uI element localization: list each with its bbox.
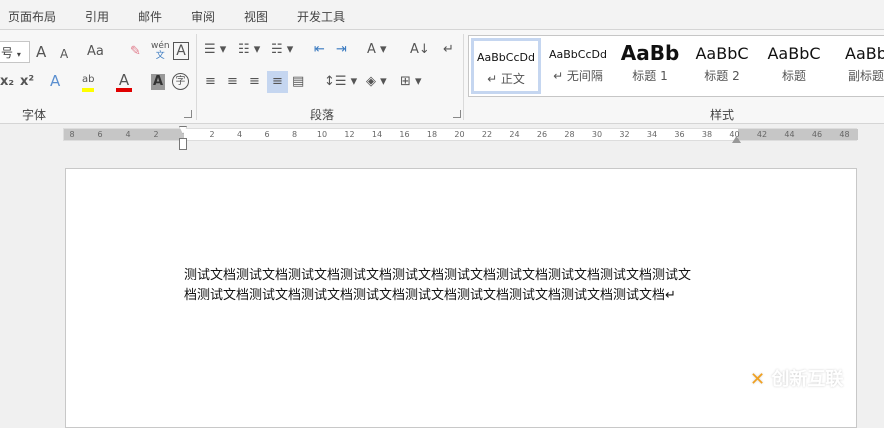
tab-mailings[interactable]: 邮件	[138, 8, 162, 25]
ruler-left-margin	[64, 129, 184, 140]
left-indent-marker[interactable]	[179, 138, 187, 150]
borders-icon[interactable]: ⊞ ▾	[400, 74, 422, 90]
ruler-number: 24	[509, 130, 520, 139]
ruler-number: 42	[756, 130, 768, 139]
ruler-number: 48	[839, 130, 850, 139]
text-effects-icon[interactable]: A	[50, 73, 60, 89]
grow-font-icon[interactable]: A	[36, 44, 46, 60]
ruler-number: 26	[536, 130, 548, 139]
ribbon: 号 ▾ A A Aa ✎ wén 文 A x₂ x² A ab A A 字 字体 …	[0, 30, 884, 124]
ruler-number: 28	[564, 130, 575, 139]
ruler-number: 4	[125, 130, 131, 139]
font-group-label: 字体	[22, 108, 47, 122]
ruler-number: 32	[619, 130, 630, 139]
superscript-icon[interactable]: x²	[20, 74, 34, 90]
decrease-indent-icon[interactable]: ⇤	[314, 42, 325, 58]
ribbon-tabs: 页面布局 引用 邮件 审阅 视图 开发工具	[0, 0, 884, 30]
styles-group-label: 样式	[710, 108, 735, 122]
style-no-spacing[interactable]: AaBbCcDd ↵ 无间隔	[543, 38, 613, 94]
ruler-number: 18	[426, 130, 438, 139]
ruler-number: 36	[674, 130, 685, 139]
tab-developer[interactable]: 开发工具	[297, 8, 345, 25]
ruler-number: 4	[236, 130, 243, 139]
document-page[interactable]: 测试文档测试文档测试文档测试文档测试文档测试文档测试文档测试文档测试文档测试文 …	[65, 168, 857, 428]
show-marks-icon[interactable]: ↵	[443, 42, 454, 58]
align-right-icon[interactable]: ≡	[249, 74, 260, 90]
ruler-number: 8	[69, 130, 75, 139]
tab-page-layout[interactable]: 页面布局	[8, 8, 56, 25]
sort-icon[interactable]: A↓	[410, 42, 430, 58]
styles-gallery: AaBbCcDd ↵ 正文 AaBbCcDd ↵ 无间隔 AaBb 标题 1 AaBb…	[468, 35, 884, 97]
justify-icon[interactable]: ≡	[267, 71, 288, 93]
ruler-number: 20	[454, 130, 465, 139]
phonetic-guide-icon[interactable]: wén 文	[151, 41, 170, 61]
font-dialog-launcher[interactable]	[184, 110, 192, 118]
align-center-icon[interactable]: ≡	[227, 74, 238, 90]
divider	[196, 34, 197, 120]
ruler-number: 34	[646, 130, 658, 139]
style-heading-1[interactable]: AaBb 标题 1	[615, 38, 685, 94]
ruler-number: 2	[209, 130, 215, 139]
clear-format-icon[interactable]: ✎	[130, 44, 141, 60]
document-body[interactable]: 测试文档测试文档测试文档测试文档测试文档测试文档测试文档测试文档测试文档测试文 …	[184, 266, 691, 306]
enclose-char-icon[interactable]: 字	[172, 73, 189, 90]
style-subtitle[interactable]: AaBb 副标题	[831, 38, 884, 94]
font-color-icon[interactable]: A	[116, 72, 132, 92]
style-heading-2[interactable]: AaBbC 标题 2	[687, 38, 757, 94]
multilevel-list-icon[interactable]: ☵ ▾	[271, 42, 293, 58]
text-line: 档测试文档测试文档测试文档测试文档测试文档测试文档测试文档测试文档测试文档↵	[184, 288, 676, 303]
divider	[463, 34, 464, 120]
ruler-number: 44	[784, 130, 795, 139]
ruler-number: 12	[344, 130, 355, 139]
watermark-logo: ✕ 创新互联	[750, 369, 844, 390]
paragraph-shading-icon[interactable]: ◈ ▾	[366, 74, 387, 90]
ruler-number: 6	[264, 130, 270, 139]
ruler-number: 16	[399, 130, 410, 139]
ruler-number: 40	[729, 130, 740, 139]
subscript-icon[interactable]: x₂	[0, 74, 14, 90]
distribute-icon[interactable]: ▤	[292, 74, 304, 90]
paragraph-dialog-launcher[interactable]	[453, 110, 461, 118]
ruler-number: 10	[316, 130, 328, 139]
char-shading-icon[interactable]: A	[151, 74, 165, 90]
align-left-icon[interactable]: ≡	[205, 74, 216, 90]
ruler-number: 38	[701, 130, 713, 139]
ruler-number: 8	[291, 130, 298, 139]
increase-indent-icon[interactable]: ⇥	[336, 42, 347, 58]
ruler-number: 30	[591, 130, 603, 139]
char-border-icon[interactable]: A	[173, 42, 189, 60]
ruler-number: 6	[97, 130, 103, 139]
char-scale-icon[interactable]: A ▾	[367, 42, 387, 58]
tab-references[interactable]: 引用	[85, 8, 109, 25]
ruler-number: 14	[371, 130, 383, 139]
tab-view[interactable]: 视图	[244, 8, 268, 25]
text-line: 测试文档测试文档测试文档测试文档测试文档测试文档测试文档测试文档测试文档测试文	[184, 268, 692, 283]
style-normal[interactable]: AaBbCcDd ↵ 正文	[471, 38, 541, 94]
line-spacing-icon[interactable]: ↕☰ ▾	[324, 74, 357, 90]
bullets-icon[interactable]: ☰ ▾	[204, 42, 226, 58]
style-title[interactable]: AaBbC 标题	[759, 38, 829, 94]
highlight-icon[interactable]: ab	[82, 72, 95, 92]
font-size-select[interactable]: 号 ▾	[0, 41, 30, 63]
numbering-icon[interactable]: ☷ ▾	[238, 42, 260, 58]
change-case-icon[interactable]: Aa	[87, 44, 104, 60]
paragraph-group-label: 段落	[310, 108, 335, 122]
ruler-number: 2	[153, 130, 159, 139]
ruler-number: 22	[481, 130, 493, 139]
tab-review[interactable]: 审阅	[191, 8, 215, 25]
shrink-font-icon[interactable]: A	[60, 46, 68, 62]
ruler-number: 46	[811, 130, 823, 139]
